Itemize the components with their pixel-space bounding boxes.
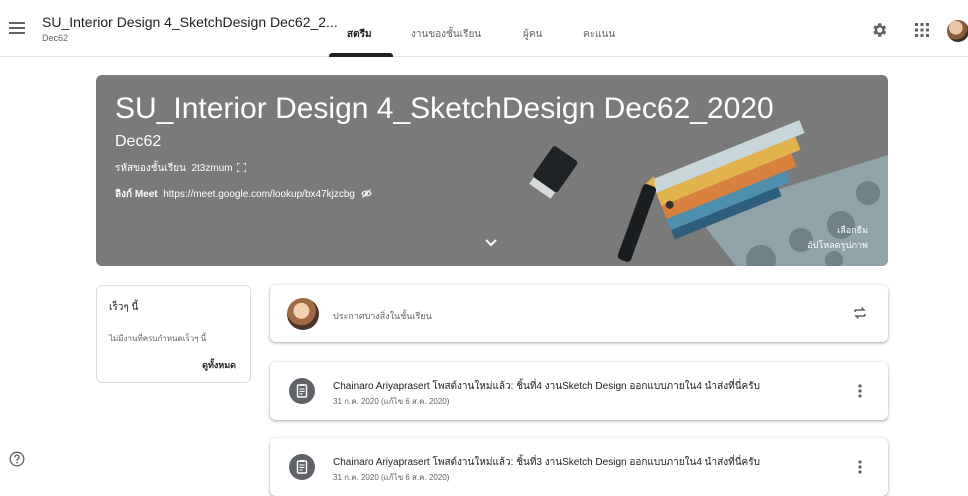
tab-stream[interactable]: สตรีม xyxy=(347,27,372,42)
visibility-off-icon[interactable] xyxy=(361,189,372,198)
class-code: รหัสของชั้นเรียน 2t3zmum xyxy=(115,161,248,176)
tab-people[interactable]: ผู้คน xyxy=(523,27,542,42)
fullscreen-icon[interactable] xyxy=(236,162,248,173)
meet-link: ลิงก์ Meet https://meet.google.com/looku… xyxy=(115,187,372,202)
assignment-icon xyxy=(289,378,315,404)
account-avatar[interactable] xyxy=(947,20,968,42)
more-vert-icon[interactable] xyxy=(858,460,862,474)
class-code-label: รหัสของชั้นเรียน xyxy=(115,163,186,174)
select-theme-link[interactable]: เลือกธีม xyxy=(837,223,868,237)
repost-icon[interactable] xyxy=(852,305,868,321)
stream-post[interactable]: Chainaro Ariyaprasert โพสต์งานใหม่แล้ว: … xyxy=(270,438,888,496)
top-app-bar: SU_Interior Design 4_SketchDesign Dec62_… xyxy=(0,0,968,57)
banner-title: SU_Interior Design 4_SketchDesign Dec62_… xyxy=(115,92,774,125)
upcoming-title: เร็วๆ นี้ xyxy=(109,302,139,313)
post-title[interactable]: Chainaro Ariyaprasert โพสต์งานใหม่แล้ว: … xyxy=(333,455,760,470)
help-icon[interactable] xyxy=(9,451,25,467)
class-title[interactable]: SU_Interior Design 4_SketchDesign Dec62_… xyxy=(42,14,338,30)
stream-post[interactable]: Chainaro Ariyaprasert โพสต์งานใหม่แล้ว: … xyxy=(270,362,888,420)
announcement-composer[interactable]: ประกาศบางสิ่งในชั้นเรียน xyxy=(270,285,888,342)
class-banner: SU_Interior Design 4_SketchDesign Dec62_… xyxy=(96,75,888,266)
tab-grades[interactable]: คะแนน xyxy=(583,27,615,42)
meet-url[interactable]: https://meet.google.com/lookup/bx47kjzcb… xyxy=(163,189,355,200)
upcoming-empty-text: ไม่มีงานที่ครบกำหนดเร็วๆ นี้ xyxy=(109,334,207,343)
chevron-down-icon[interactable] xyxy=(484,238,498,248)
avatar xyxy=(287,298,319,330)
post-title[interactable]: Chainaro Ariyaprasert โพสต์งานใหม่แล้ว: … xyxy=(333,379,760,394)
banner-section: Dec62 xyxy=(115,133,162,150)
assignment-icon xyxy=(289,454,315,480)
meet-label: ลิงก์ Meet xyxy=(115,189,158,200)
announcement-placeholder[interactable]: ประกาศบางสิ่งในชั้นเรียน xyxy=(333,309,432,323)
apps-icon[interactable] xyxy=(915,23,929,37)
class-section: Dec62 xyxy=(42,33,69,43)
active-tab-indicator xyxy=(329,53,393,57)
menu-icon[interactable] xyxy=(9,22,25,35)
gear-icon[interactable] xyxy=(870,21,888,39)
tab-classwork[interactable]: งานของชั้นเรียน xyxy=(411,27,481,42)
class-code-value[interactable]: 2t3zmum xyxy=(191,163,232,174)
more-vert-icon[interactable] xyxy=(858,384,862,398)
upcoming-panel: เร็วๆ นี้ ไม่มีงานที่ครบกำหนดเร็วๆ นี้ ด… xyxy=(96,285,251,383)
upload-photo-link[interactable]: อัปโหลดรูปภาพ xyxy=(807,238,868,252)
view-all-link[interactable]: ดูทั้งหมด xyxy=(202,358,236,372)
post-date: 31 ก.ค. 2020 (แก้ไข 6 ส.ค. 2020) xyxy=(333,397,450,406)
post-date: 31 ก.ค. 2020 (แก้ไข 6 ส.ค. 2020) xyxy=(333,473,450,482)
